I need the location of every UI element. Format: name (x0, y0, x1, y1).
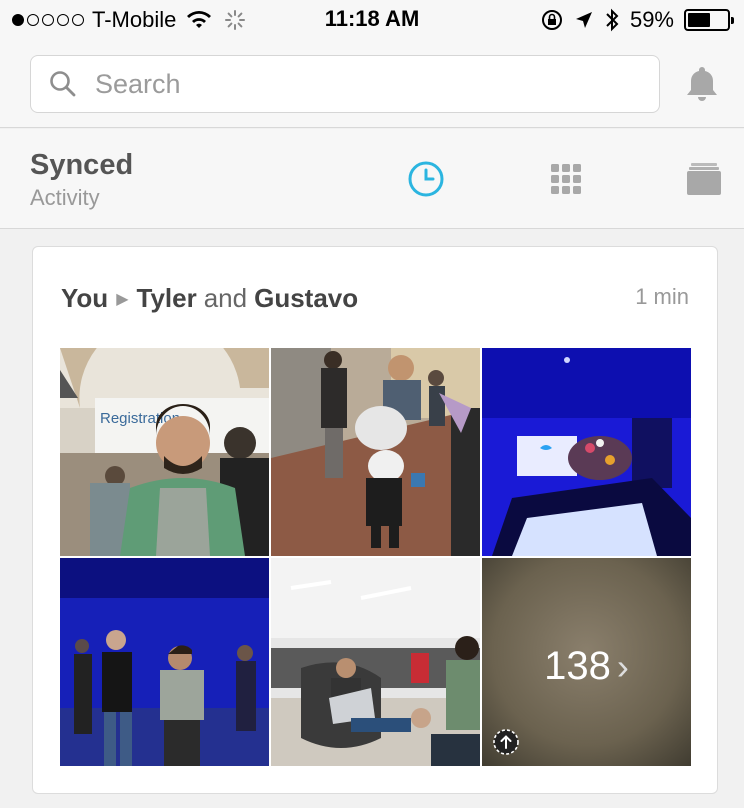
upload-icon[interactable] (492, 728, 520, 756)
status-right: 59% (540, 6, 734, 34)
chevron-right-icon: › (616, 646, 629, 687)
photo-thumbnail[interactable] (60, 558, 269, 766)
search-input[interactable] (95, 68, 635, 100)
search-icon (50, 71, 76, 97)
tab-activity[interactable] (406, 159, 446, 199)
tab-grid[interactable] (546, 159, 586, 199)
stack-icon (687, 163, 721, 195)
clock-icon (408, 161, 444, 197)
recipient-name: Gustavo (254, 283, 359, 313)
battery-percent: 59% (629, 7, 674, 32)
bell-icon[interactable] (683, 64, 721, 104)
photo-grid: Registration 138 › (60, 348, 691, 767)
connector-text: and (203, 283, 248, 313)
more-photos-tile[interactable]: 138 › (482, 558, 691, 766)
triangle-right-icon: ▶ (116, 290, 129, 308)
location-arrow-icon (575, 12, 592, 28)
activity-card[interactable]: You ▶ Tyler and Gustavo 1 min Registrati… (32, 246, 718, 794)
photo-thumbnail[interactable] (271, 348, 480, 556)
recipient-name: Tyler (136, 283, 197, 313)
battery-icon (684, 9, 734, 31)
bluetooth-icon (606, 8, 619, 32)
tab-bar: Synced Activity (0, 129, 744, 229)
tab-albums[interactable] (684, 159, 724, 199)
card-header: You ▶ Tyler and Gustavo (61, 283, 358, 314)
card-timestamp: 1 min (635, 284, 689, 309)
photo-thumbnail[interactable]: Registration (60, 348, 269, 556)
photo-thumbnail[interactable] (271, 558, 480, 766)
more-count-label: 138 › (482, 644, 691, 689)
grid-icon (551, 164, 581, 194)
rotation-lock-icon (541, 10, 562, 30)
photo-thumbnail[interactable] (482, 348, 691, 556)
sender-name: You (61, 283, 109, 313)
section-subtitle: Activity (30, 185, 100, 210)
more-count: 138 (544, 644, 611, 688)
section-title: Synced (30, 149, 134, 181)
search-header (0, 40, 744, 128)
status-bar: T-Mobile 11:18 AM 59% (0, 0, 744, 40)
search-bar[interactable] (30, 55, 660, 113)
battery-level (688, 13, 711, 27)
